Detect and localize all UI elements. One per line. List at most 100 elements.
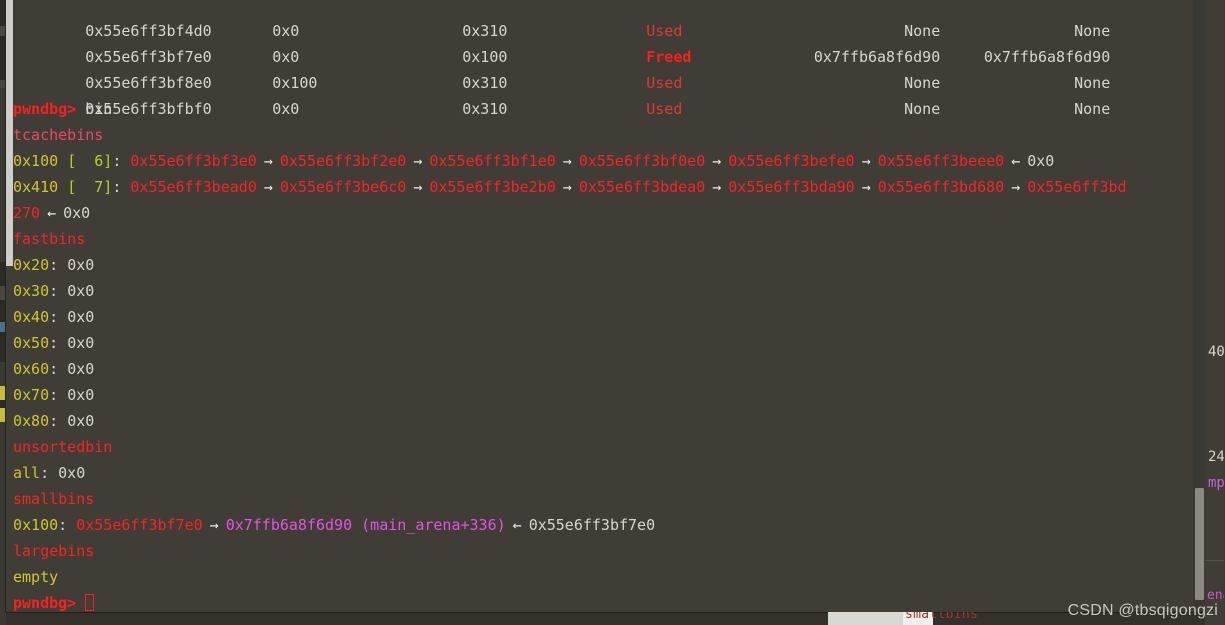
fastbin-value: 0x0: [67, 308, 95, 326]
fastbin-entry: 0x80: 0x0: [13, 412, 95, 430]
fastbin-size: 0x30: [13, 282, 50, 300]
terminal-output: 0x55e6ff3bf4d0 0x0 0x310 Used None None 0x55e…: [13, 0, 1205, 612]
fastbin-size: 0x70: [13, 386, 50, 404]
largebins-empty-label: empty: [13, 568, 59, 586]
arrow-forward-icon: →: [413, 152, 423, 170]
tcache-chunk: 0x55e6ff3bf2e0: [279, 152, 407, 170]
fastbin-value: 0x0: [67, 256, 95, 274]
fastbin-size: 0x80: [13, 412, 50, 430]
fastbin-entry: 0x50: 0x0: [13, 334, 95, 352]
table-row: 0x55e6ff3bf4d0 0x0 0x310 Used None None: [13, 0, 1205, 40]
tcache-chunk-wrapped-head: 0x55e6ff3bd: [1027, 178, 1127, 196]
tcache-chunk: 0x55e6ff3bf3e0: [130, 152, 257, 170]
section-header-fastbins: fastbins: [13, 226, 1205, 252]
tcache-chunk: 0x55e6ff3bd680: [877, 178, 1005, 196]
right-fragment-4: ena: [1207, 588, 1225, 603]
tcache-chunk: 0x55e6ff3bda90: [728, 178, 855, 196]
fastbin-value: 0x0: [67, 386, 95, 404]
right-gutter: [1205, 0, 1225, 625]
smallbin-size: 0x100: [13, 516, 59, 534]
smallbin-arena-addr: 0x7ffb6a8f6d90: [225, 516, 353, 534]
heap-prev: 0x0: [272, 100, 300, 118]
heap-prev: 0x0: [272, 48, 300, 66]
tcache-chunk: 0x55e6ff3bead0: [130, 178, 257, 196]
tcachebin-entry-wrap: 270 ← 0x0: [13, 200, 1205, 226]
heap-bk: None: [1074, 100, 1111, 118]
arrow-back-icon: ←: [512, 516, 522, 534]
arrow-forward-icon: →: [562, 178, 572, 196]
heap-fd: None: [904, 22, 941, 40]
background-window-light-block: [828, 612, 903, 625]
heap-bk: None: [1074, 74, 1111, 92]
fastbin-size: 0x40: [13, 308, 50, 326]
final-command-line[interactable]: pwndbg>: [13, 590, 1205, 612]
heap-status: Freed: [646, 48, 692, 66]
heap-addr: 0x55e6ff3bf7e0: [85, 48, 212, 66]
heap-fd: None: [904, 100, 941, 118]
heap-status: Used: [646, 22, 683, 40]
tcache-count: [ 6]: [67, 152, 113, 170]
fastbin-entry: 0x60: 0x0: [13, 360, 95, 378]
arrow-forward-icon: →: [263, 178, 273, 196]
section-header-unsortedbin: unsortedbin: [13, 434, 1205, 460]
arrow-forward-icon: →: [712, 152, 722, 170]
arrow-forward-icon: →: [209, 516, 219, 534]
fastbin-size: 0x20: [13, 256, 50, 274]
largebins-status: empty: [13, 564, 1205, 590]
tcachebin-entry: 0x410 [ 7]: 0x55e6ff3bead0 → 0x55e6ff3be6c…: [13, 178, 1127, 196]
tcachebins-label: tcachebins: [13, 126, 104, 144]
tcache-chunk: 0x55e6ff3be6c0: [279, 178, 407, 196]
arrow-forward-icon: →: [413, 178, 423, 196]
watermark: CSDN @tbsqigongzi: [1067, 602, 1218, 619]
tcachebin-entry: 0x100 [ 6]: 0x55e6ff3bf3e0 → 0x55e6ff3bf2e…: [13, 152, 1055, 170]
arrow-back-icon: ←: [47, 204, 57, 222]
pwndbg-terminal[interactable]: 0x55e6ff3bf4d0 0x0 0x310 Used None None 0x55e…: [13, 0, 1205, 612]
background-window-scrollbar-lower: [6, 266, 13, 612]
largebins-label: largebins: [13, 542, 95, 560]
heap-bk: 0x7ffb6a8f6d90: [983, 48, 1111, 66]
heap-addr: 0x55e6ff3bfbf0: [85, 100, 212, 118]
text-cursor[interactable]: [85, 594, 95, 611]
heap-fd: None: [904, 74, 941, 92]
tcache-count: [ 7]: [67, 178, 113, 196]
tcache-chunk: 0x55e6ff3befe0: [728, 152, 855, 170]
shell-prompt: pwndbg>: [13, 100, 77, 118]
smallbin-last-chunk: 0x55e6ff3bf7e0: [528, 516, 656, 534]
unsortedbin-value: 0x0: [58, 464, 86, 482]
tcache-size: 0x410: [13, 178, 59, 196]
smallbin-chunk: 0x55e6ff3bf7e0: [76, 516, 203, 534]
heap-fd: 0x7ffb6a8f6d90: [813, 48, 941, 66]
smallbins-label: smallbins: [13, 490, 95, 508]
fastbin-entry: 0x30: 0x0: [13, 282, 95, 300]
fastbin-entry: 0x20: 0x0: [13, 256, 95, 274]
tcache-size: 0x100: [13, 152, 59, 170]
arrow-forward-icon: →: [263, 152, 273, 170]
fastbin-value: 0x0: [67, 360, 95, 378]
heap-size: 0x310: [462, 100, 508, 118]
screen: smallbins 0x55e6ff3bf4d0 0x0 0x310 Used None…: [0, 0, 1225, 625]
arrow-forward-icon: →: [861, 178, 871, 196]
terminal-left-edge: [5, 0, 6, 612]
typed-command: bin: [85, 100, 113, 118]
tcache-chunk-wrapped-tail: 270: [13, 204, 41, 222]
arrow-back-icon: ←: [1011, 152, 1021, 170]
fastbin-value: 0x0: [67, 282, 95, 300]
arrow-forward-icon: →: [861, 152, 871, 170]
terminal-scrollbar-track[interactable]: [1193, 0, 1205, 612]
right-fragment-3: mp: [1208, 475, 1225, 491]
arrow-forward-icon: →: [562, 152, 572, 170]
background-window-scrollbar[interactable]: [6, 0, 13, 266]
section-header-largebins: largebins: [13, 538, 1205, 564]
tcache-chunk: 0x55e6ff3be2b0: [429, 178, 556, 196]
heap-status: Used: [646, 100, 683, 118]
smallbin-entry: 0x100: 0x55e6ff3bf7e0 → 0x7ffb6a8f6d90 (ma…: [13, 516, 656, 534]
heap-size: 0x310: [462, 74, 508, 92]
heap-addr: 0x55e6ff3bf8e0: [85, 74, 212, 92]
heap-status: Used: [646, 74, 683, 92]
heap-prev: 0x0: [272, 22, 300, 40]
arrow-forward-icon: →: [712, 178, 722, 196]
section-header-smallbins: smallbins: [13, 486, 1205, 512]
terminal-scrollbar-thumb[interactable]: [1195, 488, 1204, 600]
heap-size: 0x100: [462, 48, 508, 66]
fastbin-size: 0x50: [13, 334, 50, 352]
